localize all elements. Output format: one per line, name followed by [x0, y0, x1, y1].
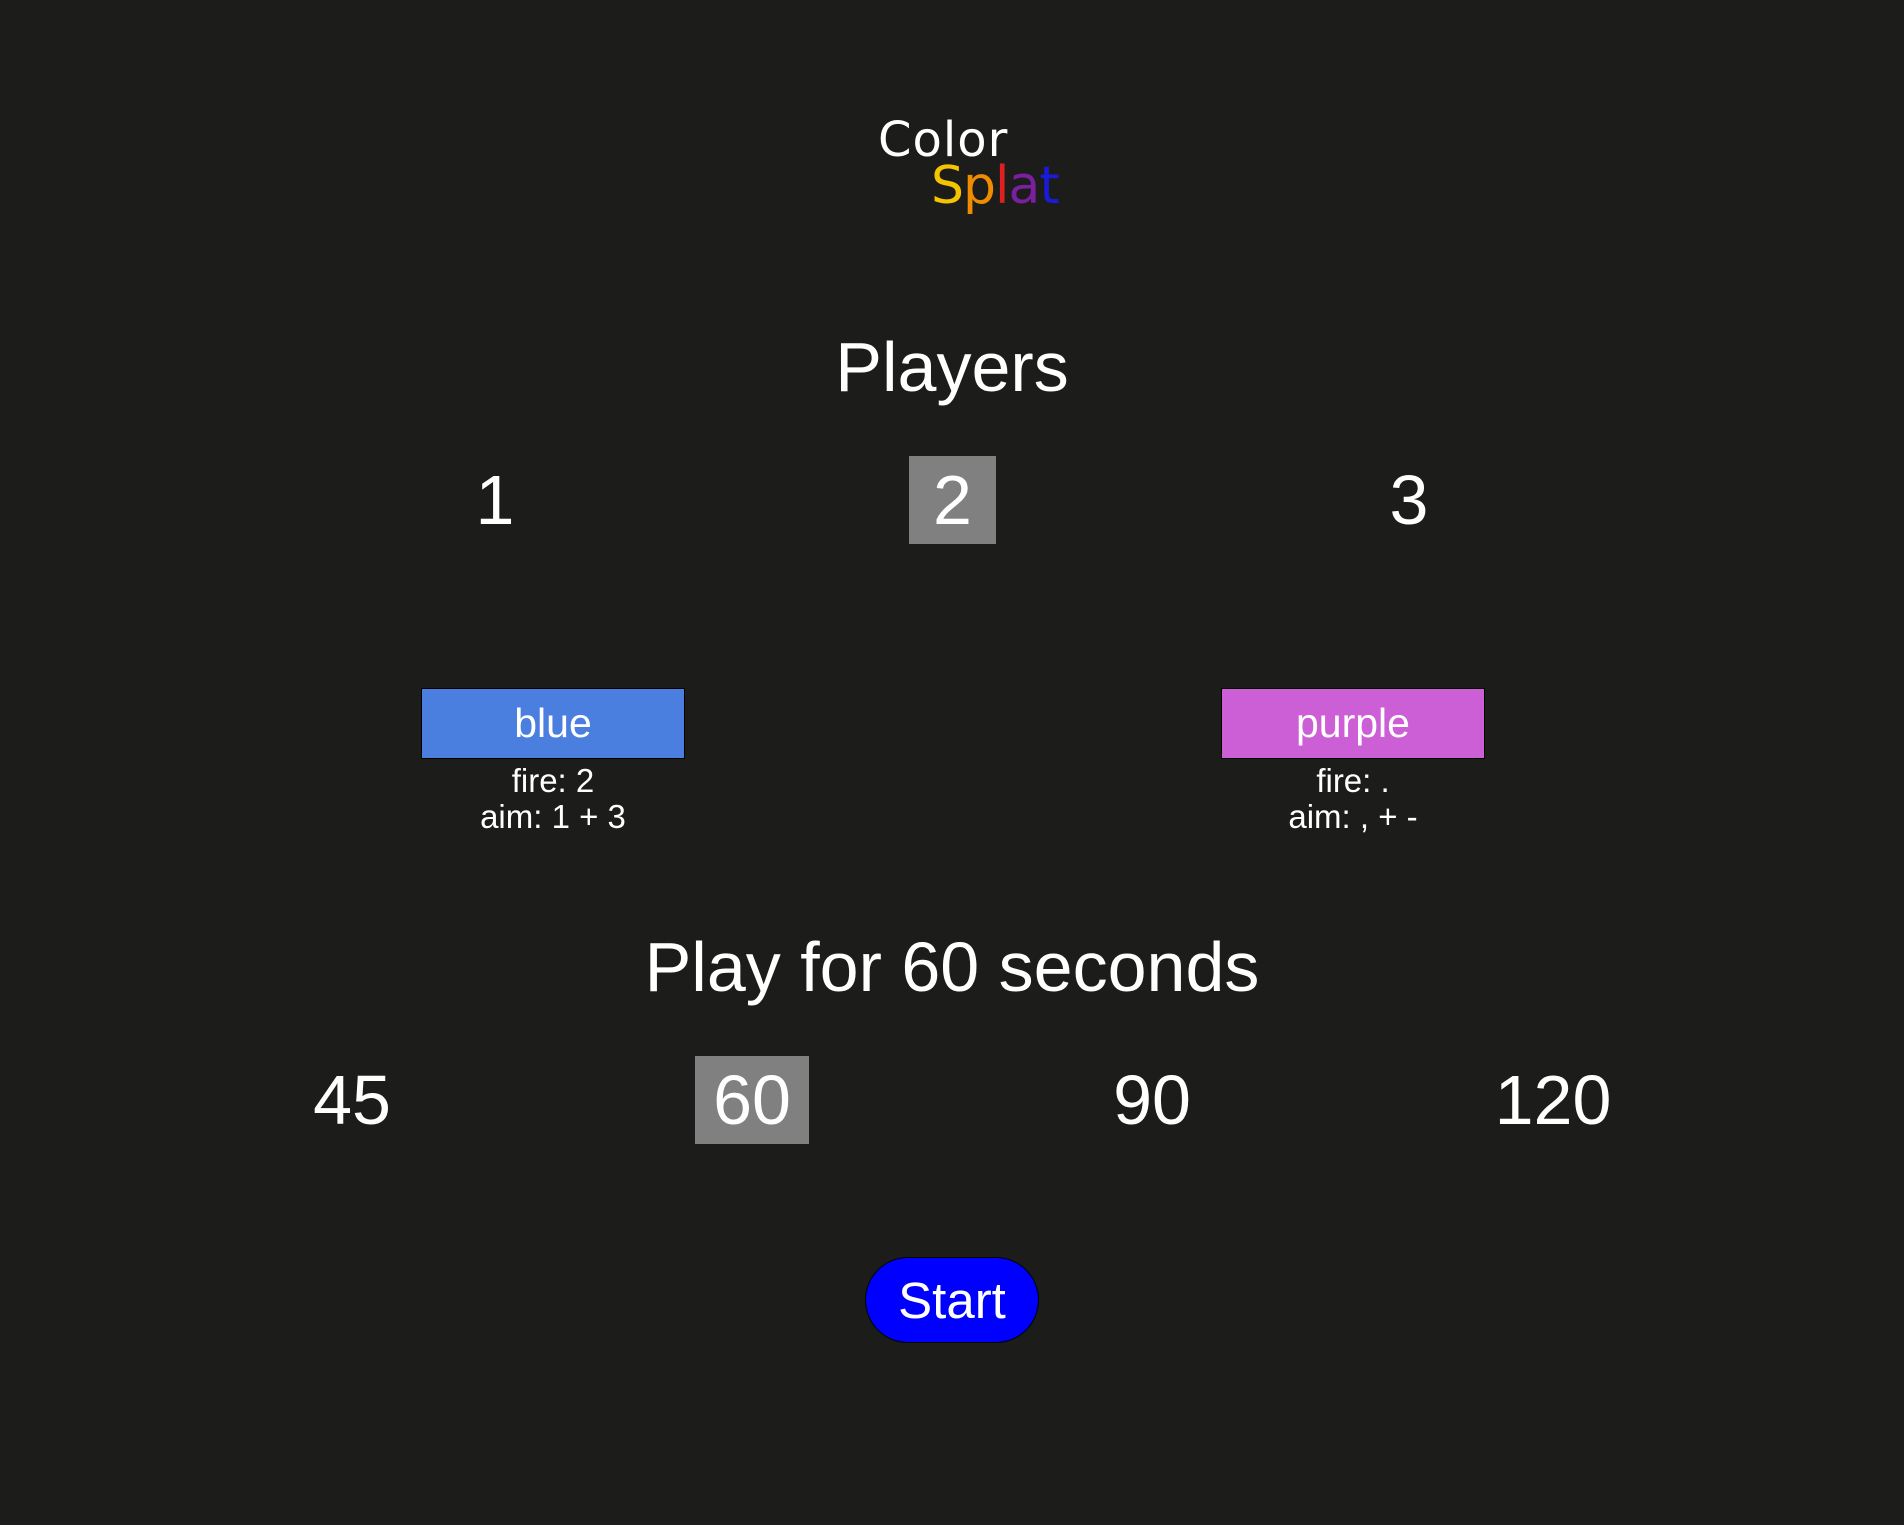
logo-letter: l [995, 156, 1009, 216]
logo-word-splat: Splat [931, 156, 1060, 216]
logo-letter: p [963, 156, 996, 216]
color-splat-menu: Color Splat Players 1 2 3 blue fire: 2 a… [0, 0, 1904, 1525]
player-card-1: blue fire: 2 aim: 1 + 3 [421, 688, 685, 835]
player-1-controls: fire: 2 aim: 1 + 3 [421, 763, 685, 835]
duration-option-90[interactable]: 90 [1097, 1056, 1207, 1144]
players-option-2[interactable]: 2 [909, 456, 996, 544]
player-2-aim-keys: aim: , + - [1288, 798, 1418, 835]
logo-letter: S [931, 156, 964, 216]
player-2-fire-key: fire: . [1316, 762, 1390, 799]
players-option-1[interactable]: 1 [459, 456, 531, 544]
logo-letter: a [1008, 156, 1040, 216]
player-2-controls: fire: . aim: , + - [1221, 763, 1485, 835]
player-1-aim-keys: aim: 1 + 3 [480, 798, 626, 835]
color-splat-logo: Color Splat [876, 112, 1096, 222]
duration-option-45[interactable]: 45 [297, 1056, 407, 1144]
players-title: Players [835, 328, 1069, 406]
player-1-fire-key: fire: 2 [511, 762, 595, 799]
players-option-3[interactable]: 3 [1373, 456, 1445, 544]
duration-option-120[interactable]: 120 [1480, 1056, 1626, 1144]
player-card-2: purple fire: . aim: , + - [1221, 688, 1485, 835]
start-button[interactable]: Start [865, 1257, 1039, 1343]
duration-option-60[interactable]: 60 [695, 1056, 809, 1144]
logo-letter: t [1039, 156, 1059, 216]
duration-title: Play for 60 seconds [644, 928, 1260, 1006]
player-2-color-button[interactable]: purple [1221, 688, 1485, 759]
player-1-color-button[interactable]: blue [421, 688, 685, 759]
